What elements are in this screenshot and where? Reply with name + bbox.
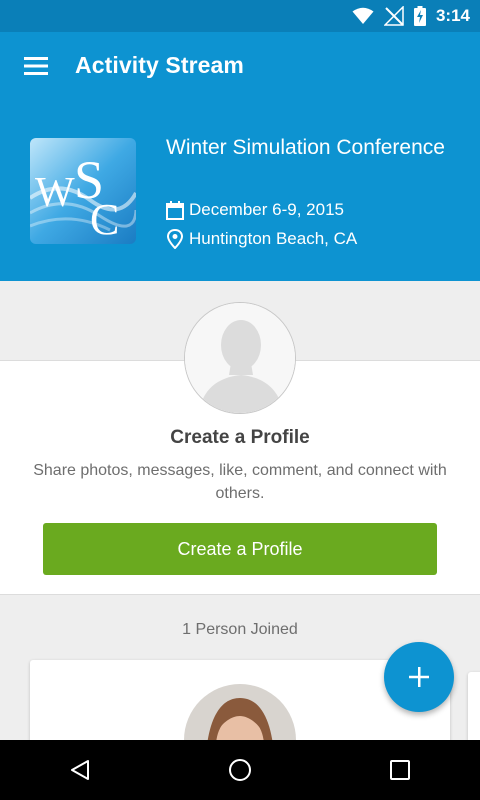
calendar-icon [166,200,184,220]
home-icon [229,759,251,781]
back-button[interactable] [40,740,120,800]
wifi-icon [352,7,374,24]
placeholder-avatar [184,302,296,414]
page-title: Activity Stream [75,52,244,78]
menu-icon [24,57,48,75]
event-date-text: December 6-9, 2015 [189,200,344,219]
status-bar: 3:14 [0,0,480,32]
home-button[interactable] [200,740,280,800]
no-signal-icon [383,6,404,26]
event-location: Huntington Beach, CA [166,229,357,249]
person-silhouette-icon [185,303,295,413]
menu-button[interactable] [14,44,58,88]
svg-text:W: W [35,170,75,216]
event-header: W S C Winter Simulation Conference Decem… [0,104,480,281]
card-title: Create a Profile [170,427,310,448]
location-pin-icon [166,229,184,249]
app-bar: Activity Stream [0,32,480,104]
svg-text:C: C [90,195,119,244]
status-time: 3:14 [435,6,470,25]
status-icons: 3:14 [352,0,470,32]
joined-count: 1 Person Joined [182,621,298,638]
add-post-button[interactable] [384,642,454,712]
plus-icon [409,667,429,687]
battery-charging-icon [413,6,426,26]
recents-button[interactable] [360,740,440,800]
event-date: December 6-9, 2015 [166,200,344,220]
event-name: Winter Simulation Conference [166,136,445,159]
recents-icon [390,760,410,780]
event-location-text: Huntington Beach, CA [189,229,358,248]
create-profile-button[interactable]: Create a Profile [43,523,437,575]
back-icon [71,760,89,780]
event-logo: W S C [30,138,136,244]
card-description: Share photos, messages, like, comment, a… [33,462,447,502]
system-nav-bar [0,740,480,800]
